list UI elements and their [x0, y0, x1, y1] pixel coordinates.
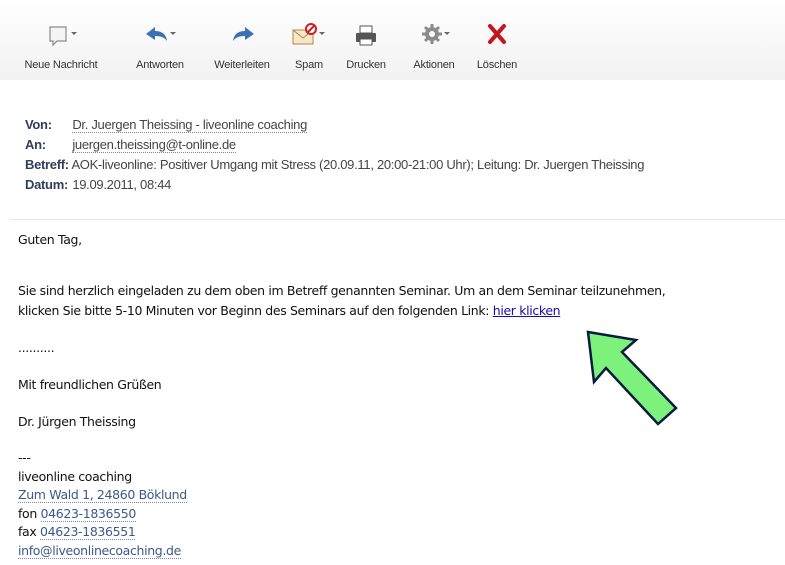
subject-label: Betreff: — [25, 157, 69, 172]
mail-toolbar: Neue Nachricht Antworten Weiterleiten Sp… — [0, 0, 785, 80]
invitation-line-2-text: klicken Sie bitte 5-10 Minuten vor Begin… — [18, 303, 493, 318]
phone-line: fon 04623-1836550 — [18, 506, 136, 522]
phone-number[interactable]: 04623-1836550 — [40, 506, 136, 522]
company-name: liveonline coaching — [18, 469, 132, 484]
message-headers: Von: Dr. Juergen Theissing - liveonline … — [25, 115, 644, 195]
address-line: Zum Wald 1, 24860 Böklund — [18, 487, 187, 503]
email-link[interactable]: info@liveonlinecoaching.de — [18, 543, 181, 559]
delete-label: Löschen — [476, 59, 518, 71]
greeting-text: Guten Tag, — [18, 232, 82, 247]
subject-row: Betreff: AOK-liveonline: Positiver Umgan… — [25, 155, 644, 175]
print-label: Drucken — [346, 59, 386, 71]
to-label: An: — [25, 137, 46, 152]
delete-button[interactable]: Löschen — [472, 22, 522, 76]
fax-number[interactable]: 04623-1836551 — [40, 524, 136, 540]
fax-line: fax 04623-1836551 — [18, 524, 136, 540]
from-label: Von: — [25, 117, 52, 132]
actions-button[interactable]: Aktionen — [404, 22, 464, 76]
forward-icon — [233, 27, 254, 41]
spam-label: Spam — [295, 59, 323, 71]
phone-label: fon — [18, 506, 41, 521]
reply-button[interactable]: Antworten — [124, 22, 196, 76]
new-message-label: Neue Nachricht — [24, 59, 98, 71]
to-value[interactable]: juergen.theissing@t-online.de — [72, 137, 236, 153]
new-message-icon — [49, 26, 77, 47]
to-row: An: juergen.theissing@t-online.de — [25, 135, 644, 155]
new-message-button[interactable]: Neue Nachricht — [18, 22, 104, 76]
fax-label: fax — [18, 524, 41, 539]
print-button[interactable]: Drucken — [338, 22, 394, 76]
invitation-line-1: Sie sind herzlich eingeladen zu dem oben… — [18, 283, 666, 298]
printer-icon — [356, 25, 376, 46]
forward-label: Weiterleiten — [214, 59, 270, 71]
date-row: Datum: 19.09.2011, 08:44 — [25, 175, 644, 195]
closing-text: Mit freundlichen Grüßen — [18, 377, 162, 392]
delete-x-icon — [488, 24, 506, 44]
from-row: Von: Dr. Juergen Theissing - liveonline … — [25, 115, 644, 135]
spam-icon — [292, 23, 325, 45]
actions-label: Aktionen — [413, 59, 455, 71]
forward-button[interactable]: Weiterleiten — [202, 22, 282, 76]
gear-icon — [422, 24, 450, 44]
reply-icon — [146, 27, 176, 41]
date-value: 19.09.2011, 08:44 — [72, 177, 172, 192]
address-link[interactable]: Zum Wald 1, 24860 Böklund — [18, 487, 187, 503]
email-line: info@liveonlinecoaching.de — [18, 543, 181, 559]
header-divider — [10, 219, 785, 220]
sender-name: Dr. Jürgen Theissing — [18, 414, 136, 429]
subject-value: AOK-liveonline: Positiver Umgang mit Str… — [71, 157, 645, 172]
ellipsis-dots: .......... — [18, 340, 55, 355]
reply-label: Antworten — [136, 59, 184, 71]
date-label: Datum: — [25, 177, 68, 192]
spam-button[interactable]: Spam — [287, 22, 331, 76]
signature-separator: --- — [18, 450, 31, 465]
invitation-line-2: klicken Sie bitte 5-10 Minuten vor Begin… — [18, 303, 561, 318]
green-arrow-annotation — [586, 330, 678, 426]
seminar-link[interactable]: hier klicken — [493, 303, 561, 318]
from-value[interactable]: Dr. Juergen Theissing - liveonline coach… — [72, 117, 307, 133]
